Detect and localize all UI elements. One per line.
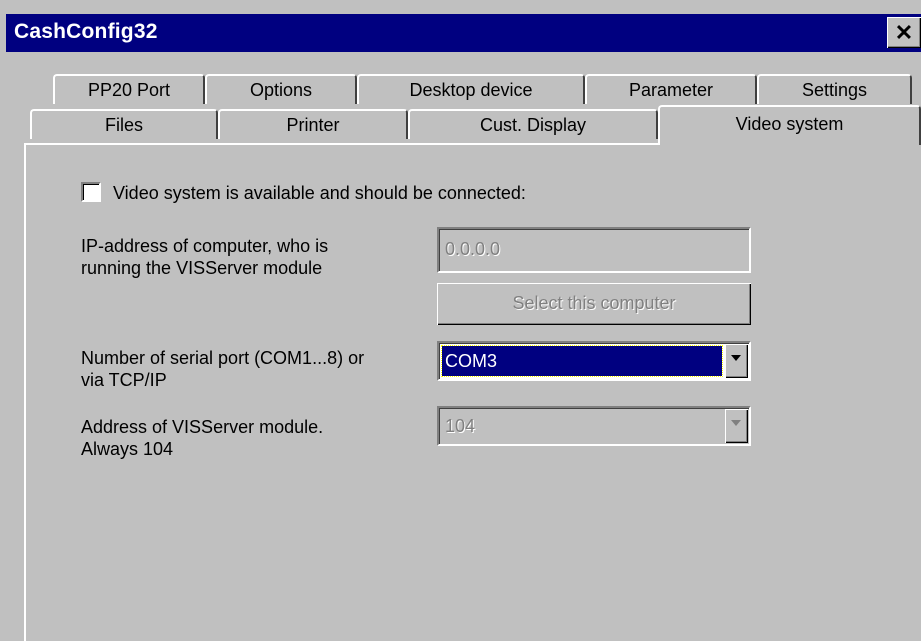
tab-cust-display[interactable]: Cust. Display (408, 109, 658, 139)
tab-parameter[interactable]: Parameter (585, 74, 757, 104)
tab-label: Cust. Display (479, 115, 587, 135)
tab-settings[interactable]: Settings (757, 74, 912, 104)
tab-files[interactable]: Files (30, 109, 218, 139)
tab-label: PP20 Port (87, 80, 171, 100)
address-value: 104 (445, 416, 476, 436)
serial-port-selection-highlight: COM3 (441, 345, 723, 377)
tab-label: Files (104, 115, 143, 135)
address-select[interactable]: 104 (437, 406, 751, 446)
tab-label: Settings (801, 80, 868, 100)
chevron-down-icon (731, 355, 741, 361)
serial-port-label-line1: Number of serial port (COM1...8) or (81, 348, 365, 368)
tab-printer[interactable]: Printer (218, 109, 408, 139)
tab-label: Parameter (628, 80, 714, 100)
cashconfig-window: CashConfig32 ✕ PP20 Port Options Desktop… (0, 0, 921, 641)
tab-video-system[interactable]: Video system (658, 105, 921, 145)
ip-address-label-line1: IP-address of computer, who is (81, 236, 329, 256)
tab-panel-video-system (24, 143, 921, 641)
tab-options[interactable]: Options (205, 74, 357, 104)
ip-address-label-line2: running the VISServer module (81, 258, 323, 278)
ip-address-value: 0.0.0.0 (445, 239, 501, 259)
tab-label: Video system (735, 114, 844, 134)
select-this-computer-label: Select this computer (512, 293, 676, 313)
address-label-line1: Address of VISServer module. (81, 417, 324, 437)
video-system-checkbox[interactable] (81, 182, 101, 202)
serial-port-select[interactable]: COM3 (437, 341, 751, 381)
close-icon: ✕ (894, 20, 914, 45)
title-bar[interactable]: CashConfig32 ✕ (6, 14, 921, 52)
select-this-computer-button[interactable]: Select this computer (437, 283, 751, 325)
tab-label: Printer (286, 115, 340, 135)
chevron-down-icon (731, 420, 741, 426)
ip-address-field[interactable]: 0.0.0.0 (437, 227, 751, 273)
serial-port-label-line2: via TCP/IP (81, 370, 167, 390)
address-dropdown-button[interactable] (725, 409, 748, 443)
tab-label: Options (249, 80, 313, 100)
serial-port-dropdown-button[interactable] (725, 344, 748, 378)
tab-desktop-device[interactable]: Desktop device (357, 74, 585, 104)
serial-port-value: COM3 (445, 351, 498, 371)
window-title: CashConfig32 (14, 20, 158, 43)
video-system-checkbox-label[interactable]: Video system is available and should be … (113, 182, 526, 204)
tab-label: Desktop device (409, 80, 533, 100)
tab-pp20-port[interactable]: PP20 Port (53, 74, 205, 104)
address-label-line2: Always 104 (81, 439, 174, 459)
close-button[interactable]: ✕ (887, 17, 921, 48)
